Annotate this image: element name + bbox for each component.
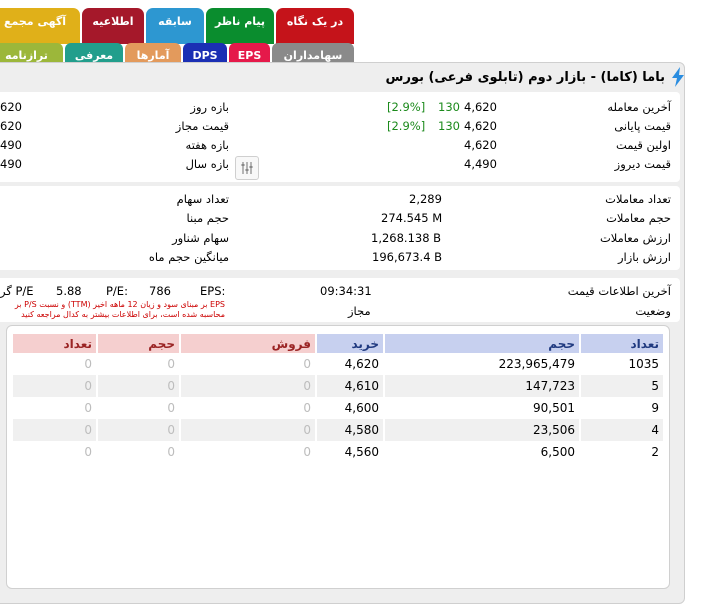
order-book: تعداد حجم خرید فروش حجم تعداد 1035 223,9… xyxy=(6,325,670,589)
sell-price-cell: 0 xyxy=(181,375,315,397)
status-value: مجاز xyxy=(348,304,371,318)
buy-volume-cell: 90,501 xyxy=(533,401,575,415)
lightning-icon xyxy=(672,67,684,87)
price-info-box xyxy=(0,92,680,182)
table-row: 4 23,506 4,580 0 0 0 xyxy=(13,419,663,441)
first-price-value: 4,620 xyxy=(464,138,497,152)
last-trade-percent: [2.9%] xyxy=(387,100,426,114)
pe-label: P/E: xyxy=(106,284,128,298)
trade-volume-value: 274.545 M xyxy=(381,211,443,225)
buy-price-cell: 4,610 xyxy=(317,375,383,397)
day-range-label: بازه روز xyxy=(190,100,229,114)
sell-count-cell: 0 xyxy=(13,375,96,397)
allowed-price-label: قیمت مجاز xyxy=(175,119,229,133)
eps-note-line1: EPS بر مبنای سود و زیان 12 ماهه اخیر (TT… xyxy=(14,300,225,309)
market-value-value: 196,673.4 B xyxy=(372,250,443,264)
header-sell-volume: حجم xyxy=(98,334,179,353)
sell-price-cell: 0 xyxy=(303,401,311,415)
sell-price-cell: 0 xyxy=(181,419,315,441)
trade-value-label: ارزش معاملات xyxy=(599,231,671,245)
sell-count-cell: 0 xyxy=(84,401,92,415)
sell-price-cell: 0 xyxy=(303,357,311,371)
tab-at-a-glance[interactable]: در یک نگاه xyxy=(276,8,354,44)
tab-history[interactable]: سابقه xyxy=(146,8,204,44)
buy-price-cell: 4,560 xyxy=(344,445,379,459)
buy-price-cell: 4,580 xyxy=(317,419,383,441)
year-range-value: 490 xyxy=(0,157,22,171)
header-sell-count: تعداد xyxy=(13,334,96,353)
status-label: وضعیت xyxy=(635,304,671,318)
tab-announcements[interactable]: اطلاعیه xyxy=(82,8,144,44)
share-count-label: تعداد سهام xyxy=(176,192,229,206)
allowed-price-value: 620 xyxy=(0,119,22,133)
buy-count-cell: 1035 xyxy=(628,357,659,371)
yesterday-price-label: قیمت دیروز xyxy=(614,157,671,171)
order-book-table: تعداد حجم خرید فروش حجم تعداد 1035 223,9… xyxy=(11,334,665,463)
eps-value: 786 xyxy=(149,284,171,298)
table-row: 2 6,500 4,560 0 0 0 xyxy=(13,441,663,463)
last-price-info-label: آخرین اطلاعات قیمت xyxy=(567,284,671,298)
table-row: 9 90,501 4,600 0 0 0 xyxy=(13,397,663,419)
last-trade-value: 4,620 xyxy=(464,100,497,114)
header-sell-price: فروش xyxy=(181,334,315,353)
trade-count-label: تعداد معاملات xyxy=(605,192,671,206)
market-value-label: ارزش بازار xyxy=(617,250,671,264)
last-price-info-value: 09:34:31 xyxy=(320,284,372,298)
buy-count-cell: 4 xyxy=(581,419,663,441)
trade-volume-label: حجم معاملات xyxy=(606,211,671,225)
buy-volume-cell: 223,965,479 xyxy=(498,357,575,371)
float-shares-label: سهام شناور xyxy=(172,231,229,245)
sell-volume-cell: 0 xyxy=(98,419,179,441)
trade-info-box xyxy=(0,186,680,270)
sell-count-cell: 0 xyxy=(84,445,92,459)
header-buy-price: خرید xyxy=(317,334,383,353)
buy-count-cell: 5 xyxy=(581,375,663,397)
last-trade-label: آخرین معامله xyxy=(607,100,671,114)
trade-value-value: 1,268.138 B xyxy=(371,231,442,245)
closing-price-value: 4,620 xyxy=(464,119,497,133)
trade-count-value: 2,289 xyxy=(409,192,442,206)
first-price-label: اولین قیمت xyxy=(615,138,671,152)
avg-month-volume-label: میانگین حجم ماه xyxy=(148,250,229,264)
buy-price-cell: 4,620 xyxy=(344,357,379,371)
day-range-value: 620 xyxy=(0,100,22,114)
sliders-icon[interactable] xyxy=(235,156,259,180)
header-buy-count: تعداد xyxy=(581,334,663,353)
pe-value: 5.88 xyxy=(56,284,82,298)
sell-volume-cell: 0 xyxy=(167,445,175,459)
closing-price-label: قیمت پایانی xyxy=(614,119,671,133)
closing-price-percent: [2.9%] xyxy=(387,119,426,133)
group-pe-label: P/E گر xyxy=(0,284,34,298)
sell-volume-cell: 0 xyxy=(167,401,175,415)
year-range-label: بازه سال xyxy=(185,157,229,171)
yesterday-price-value: 4,490 xyxy=(464,157,497,171)
symbol-title: باما (کاما) - بازار دوم (تابلوی فرعی) بو… xyxy=(386,66,685,88)
sell-count-cell: 0 xyxy=(84,357,92,371)
sell-count-cell: 0 xyxy=(13,419,96,441)
buy-volume-cell: 147,723 xyxy=(385,375,579,397)
sell-volume-cell: 0 xyxy=(98,375,179,397)
eps-label: EPS: xyxy=(200,284,226,298)
buy-count-cell: 9 xyxy=(651,401,659,415)
buy-volume-cell: 23,506 xyxy=(385,419,579,441)
tab-assembly-notice[interactable]: آگهی مجمع xyxy=(0,8,80,44)
tab-supervisor-message[interactable]: پیام ناظر xyxy=(206,8,274,44)
week-range-label: بازه هفته xyxy=(185,138,229,152)
buy-count-cell: 2 xyxy=(651,445,659,459)
table-row: 5 147,723 4,610 0 0 0 xyxy=(13,375,663,397)
table-row: 1035 223,965,479 4,620 0 0 0 xyxy=(13,353,663,375)
header-buy-volume: حجم xyxy=(385,334,579,353)
sell-volume-cell: 0 xyxy=(167,357,175,371)
buy-volume-cell: 6,500 xyxy=(540,445,575,459)
eps-note-line2: محاسبه شده است، برای اطلاعات بیشتر به کد… xyxy=(21,310,225,319)
base-volume-label: حجم مبنا xyxy=(186,211,229,225)
week-range-value: 490 xyxy=(0,138,22,152)
sell-price-cell: 0 xyxy=(303,445,311,459)
closing-price-change: 130 xyxy=(438,119,460,133)
last-trade-change: 130 xyxy=(438,100,460,114)
buy-price-cell: 4,600 xyxy=(344,401,379,415)
